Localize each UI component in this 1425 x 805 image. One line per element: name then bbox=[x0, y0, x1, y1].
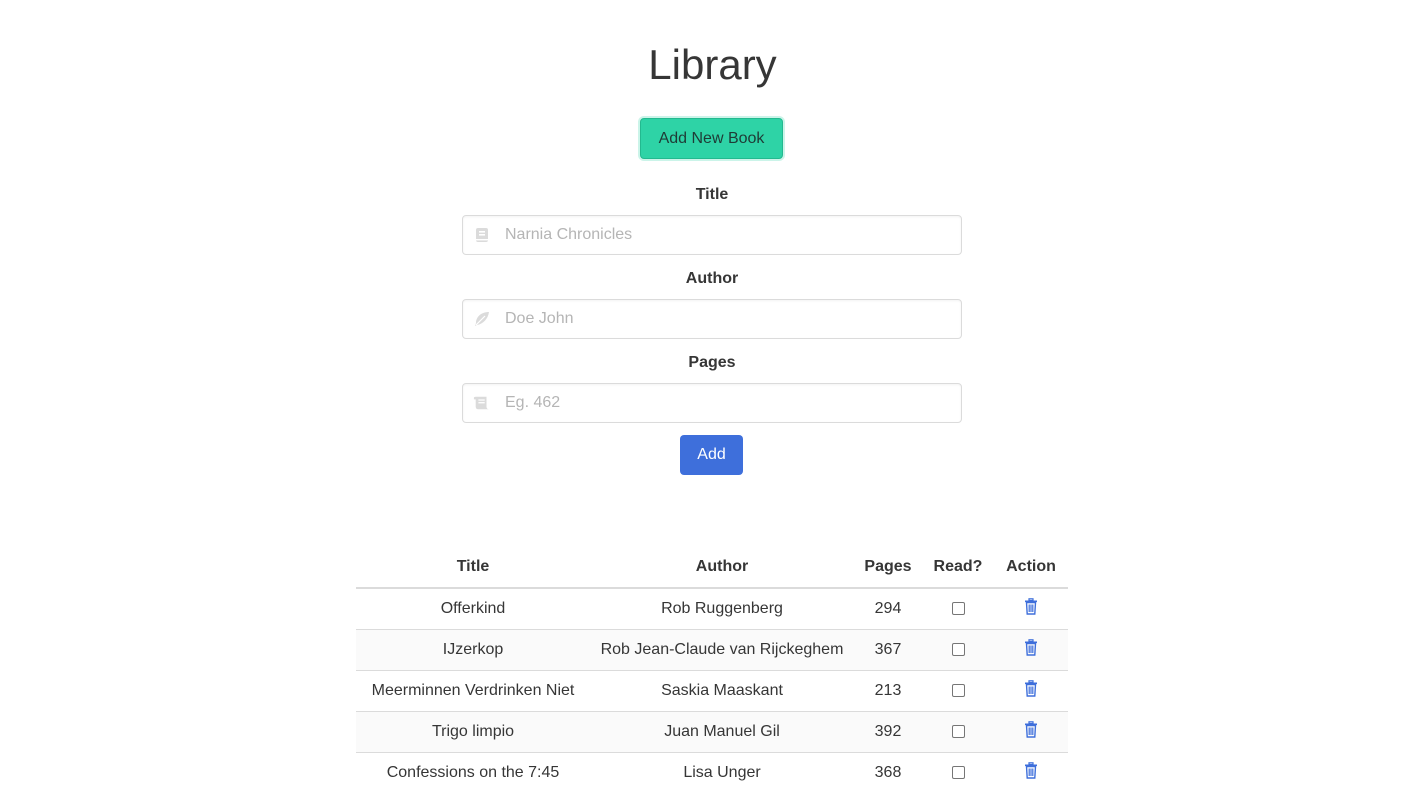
action-cell bbox=[994, 670, 1068, 712]
table-row: IJzerkop Rob Jean-Claude van Rijckeghem … bbox=[356, 629, 1068, 671]
book-title: Trigo limpio bbox=[356, 711, 590, 753]
read-checkbox[interactable] bbox=[951, 642, 965, 656]
pages-field[interactable] bbox=[462, 383, 962, 423]
action-cell bbox=[994, 752, 1068, 793]
scroll-icon bbox=[473, 394, 491, 412]
pages-input[interactable] bbox=[503, 384, 953, 422]
book-author: Saskia Maaskant bbox=[590, 670, 854, 712]
author-input[interactable] bbox=[503, 300, 953, 338]
action-cell bbox=[994, 629, 1068, 671]
trash-icon[interactable] bbox=[1024, 761, 1038, 784]
add-new-book-button[interactable]: Add New Book bbox=[640, 118, 783, 159]
column-header-read: Read? bbox=[922, 547, 994, 589]
column-header-author: Author bbox=[590, 547, 854, 589]
book-author: Lisa Unger bbox=[683, 763, 761, 781]
book-pages: 294 bbox=[854, 588, 922, 630]
author-field[interactable] bbox=[462, 299, 962, 339]
trash-icon[interactable] bbox=[1024, 638, 1038, 661]
book-author: Rob Ruggenberg bbox=[590, 588, 854, 630]
action-cell bbox=[994, 711, 1068, 753]
feather-icon bbox=[473, 310, 491, 328]
table-row: Trigo limpio Juan Manuel Gil 392 bbox=[356, 711, 1068, 753]
author-label: Author bbox=[685, 270, 739, 287]
column-header-action: Action bbox=[994, 547, 1068, 589]
table-row: Offerkind Rob Ruggenberg 294 bbox=[356, 588, 1068, 630]
action-cell bbox=[994, 588, 1068, 630]
trash-icon[interactable] bbox=[1024, 679, 1038, 702]
read-cell bbox=[922, 588, 994, 630]
read-checkbox[interactable] bbox=[951, 724, 965, 738]
read-cell bbox=[922, 629, 994, 671]
books-table: Title Author Pages Read? Action Offerkin… bbox=[356, 547, 1068, 793]
column-header-title: Title bbox=[356, 547, 590, 589]
book-title: Meerminnen Verdrinken Niet bbox=[356, 670, 590, 712]
read-cell bbox=[922, 670, 994, 712]
book-title: Offerkind bbox=[356, 588, 590, 630]
table-header-row: Title Author Pages Read? Action bbox=[356, 547, 1068, 589]
title-input[interactable] bbox=[503, 216, 953, 254]
book-title: Confessions on the 7:45 bbox=[386, 763, 560, 781]
book-pages: 367 bbox=[854, 629, 922, 671]
read-checkbox[interactable] bbox=[951, 683, 965, 697]
book-icon bbox=[473, 226, 491, 244]
pages-label: Pages bbox=[688, 354, 736, 371]
trash-icon[interactable] bbox=[1024, 720, 1038, 743]
read-cell bbox=[922, 711, 994, 753]
read-checkbox[interactable] bbox=[951, 602, 965, 616]
book-author: Rob Jean-Claude van Rijckeghem bbox=[590, 629, 854, 671]
read-checkbox[interactable] bbox=[951, 766, 965, 780]
title-field[interactable] bbox=[462, 215, 962, 255]
table-row: Meerminnen Verdrinken Niet Saskia Maaska… bbox=[356, 670, 1068, 712]
trash-icon[interactable] bbox=[1024, 597, 1038, 620]
add-button[interactable]: Add bbox=[680, 435, 743, 475]
book-author: Juan Manuel Gil bbox=[590, 711, 854, 753]
book-pages: 392 bbox=[854, 711, 922, 753]
read-cell bbox=[922, 752, 994, 793]
book-title: IJzerkop bbox=[356, 629, 590, 671]
title-label: Title bbox=[695, 186, 729, 203]
book-pages: 368 bbox=[874, 763, 902, 781]
library-page: Library Add New Book Title Author Pages … bbox=[0, 0, 1425, 805]
page-title: Library bbox=[648, 41, 777, 88]
column-header-pages: Pages bbox=[854, 547, 922, 589]
book-pages: 213 bbox=[854, 670, 922, 712]
table-row: Confessions on the 7:45 Lisa Unger 368 bbox=[356, 752, 1068, 793]
